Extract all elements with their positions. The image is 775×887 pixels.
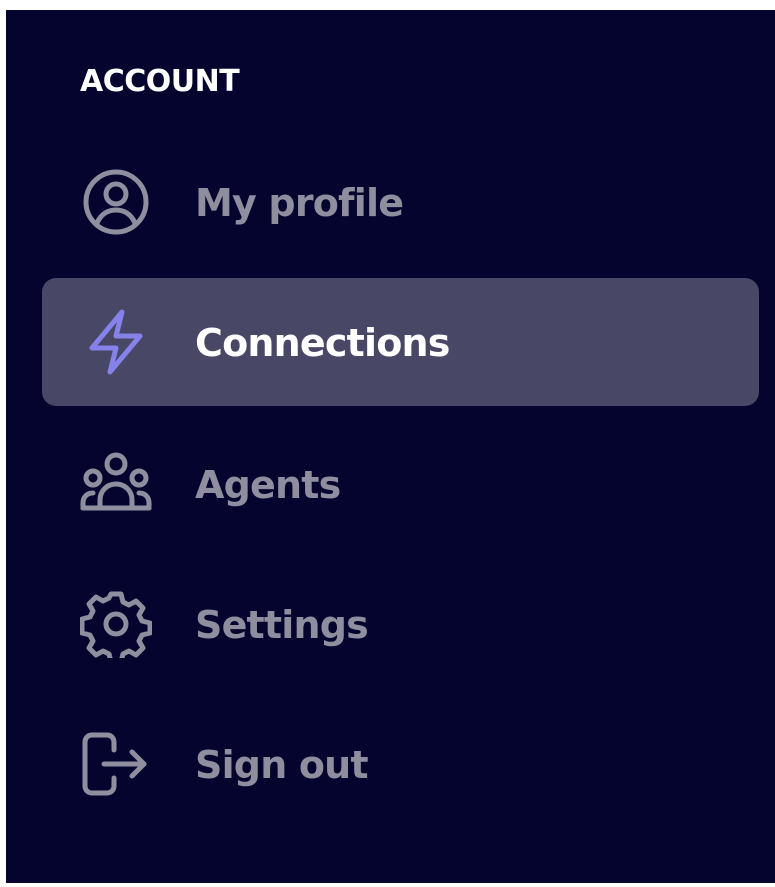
lightning-bolt-icon (80, 308, 152, 376)
sidebar-item-label: Settings (195, 603, 369, 647)
user-group-icon (80, 450, 152, 518)
sidebar-item-my-profile[interactable]: My profile (42, 138, 759, 266)
sidebar-item-sign-out[interactable]: Sign out (42, 700, 759, 828)
sidebar-item-label: Agents (195, 463, 341, 507)
sidebar-item-label: Connections (195, 321, 450, 365)
gear-icon (80, 590, 152, 658)
sidebar-item-label: Sign out (195, 743, 369, 787)
sidebar-item-agents[interactable]: Agents (42, 420, 759, 548)
sidebar-item-label: My profile (195, 181, 404, 225)
sign-out-icon (80, 730, 152, 798)
sidebar-item-settings[interactable]: Settings (42, 560, 759, 688)
account-sidebar: ACCOUNT My profile Connections Agents Se… (6, 10, 775, 883)
page-frame: ACCOUNT My profile Connections Agents Se… (0, 0, 775, 887)
section-title-account: ACCOUNT (80, 64, 240, 99)
user-circle-icon (80, 168, 152, 236)
sidebar-item-connections[interactable]: Connections (42, 278, 759, 406)
